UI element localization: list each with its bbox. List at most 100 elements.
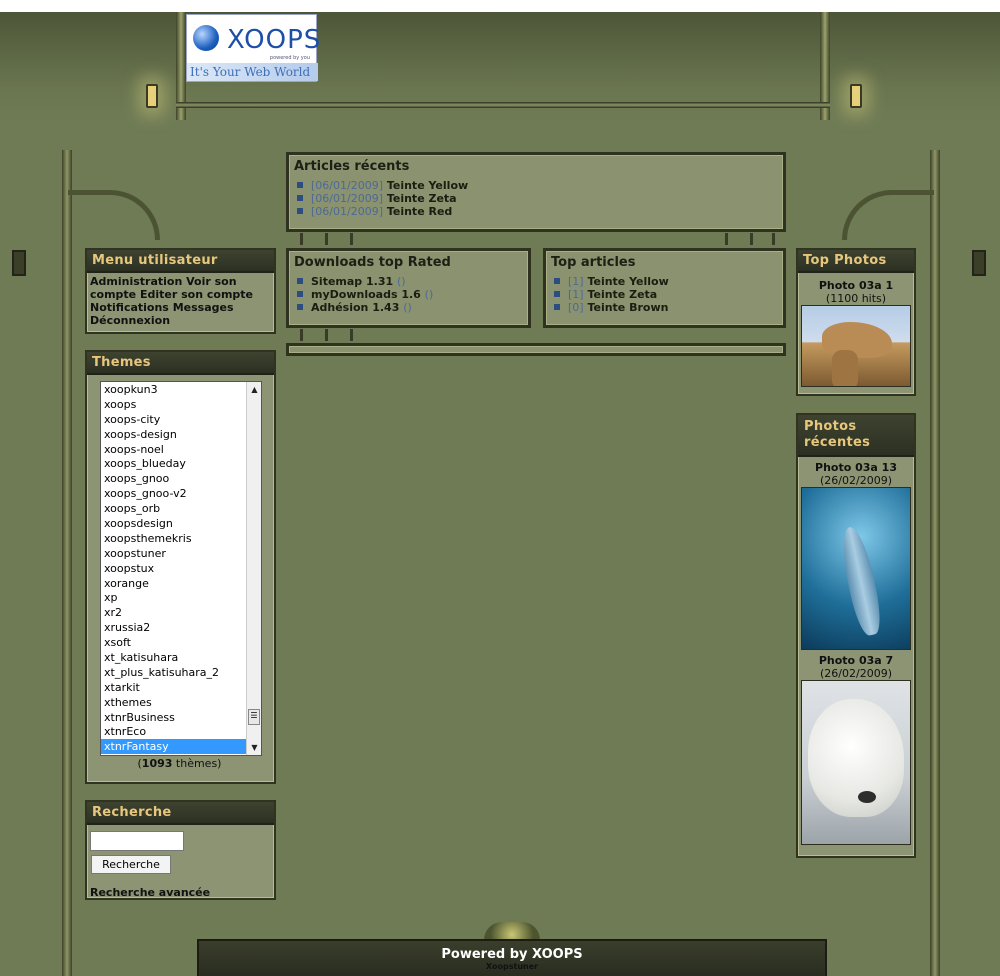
search-button[interactable]: Recherche (91, 855, 171, 874)
download-link[interactable]: Adhésion 1.43 (311, 301, 399, 314)
advanced-search-link[interactable]: Recherche avancée (90, 886, 210, 899)
download-link[interactable]: myDownloads 1.6 (311, 288, 421, 301)
theme-option[interactable]: xthemes (101, 695, 261, 710)
theme-option[interactable]: xoops_orb (101, 501, 261, 516)
peg (300, 233, 303, 245)
theme-option[interactable]: xp (101, 590, 261, 605)
peg (325, 233, 328, 245)
downloads-top-block: Downloads top Rated Sitemap 1.31 () myDo… (286, 248, 531, 328)
list-item[interactable]: [06/01/2009] Teinte Zeta (297, 192, 783, 205)
theme-option[interactable]: xtnrFantasy (101, 739, 261, 755)
photo-caption: Photo 03a 7 (26/02/2009) (818, 654, 894, 680)
powered-by-text[interactable]: Powered by XOOPS (199, 947, 825, 962)
logo-slogan: It's Your Web World (187, 63, 318, 81)
theme-count: (1093 thèmes) (137, 757, 222, 770)
theme-option[interactable]: xr2 (101, 605, 261, 620)
list-item[interactable]: [1] Teinte Zeta (554, 288, 783, 301)
theme-list-scrollbar[interactable]: ▲ ☰ ▼ (246, 382, 261, 755)
theme-option[interactable]: xoops_gnoo-v2 (101, 486, 261, 501)
list-item[interactable]: [1] Teinte Yellow (554, 275, 783, 288)
list-item[interactable]: Adhésion 1.43 () (297, 301, 528, 314)
theme-option[interactable]: xoopstuner (101, 546, 261, 561)
hanging-lamp-left (12, 250, 26, 276)
recent-photos-block: Photos récentes Photo 03a 13 (26/02/2009)… (796, 413, 916, 858)
theme-option[interactable]: xtnrBusiness (101, 710, 261, 725)
peg (772, 233, 775, 245)
user-menu-title: Menu utilisateur (87, 250, 274, 273)
theme-option[interactable]: xoops-noel (101, 442, 261, 457)
recent-photos-title: Photos récentes (798, 415, 914, 457)
xoops-logo-icon (193, 25, 219, 51)
lamp-post-left (62, 150, 72, 976)
theme-select-list[interactable]: xoopkun3 xoops xoops-city xoops-design xoops… (100, 381, 262, 756)
photo-camel[interactable] (801, 305, 911, 387)
theme-option[interactable]: xtarkit (101, 680, 261, 695)
menu-link-notifications[interactable]: Notifications (90, 301, 169, 314)
top-photos-block: Top Photos Photo 03a 1 (1100 hits) (796, 248, 916, 396)
menu-link-edit-account[interactable]: Editer son compte (140, 288, 253, 301)
theme-option[interactable]: xoops_blueday (101, 456, 261, 471)
article-link[interactable]: Teinte Yellow (387, 179, 468, 192)
photo-caption: Photo 03a 13 (26/02/2009) (815, 461, 897, 487)
scroll-thumb[interactable]: ☰ (248, 709, 260, 725)
downloads-top-title: Downloads top Rated (294, 255, 451, 270)
article-link[interactable]: Teinte Brown (587, 301, 668, 314)
theme-option[interactable]: xsoft (101, 635, 261, 650)
theme-option[interactable]: xoopkun3 (101, 382, 261, 397)
list-item[interactable]: [0] Teinte Brown (554, 301, 783, 314)
list-item[interactable]: [06/01/2009] Teinte Red (297, 205, 783, 218)
article-link[interactable]: Teinte Zeta (587, 288, 657, 301)
recent-articles-title: Articles récents (294, 159, 410, 174)
peg (350, 329, 353, 341)
themes-block: Themes xoopkun3 xoops xoops-city xoops-desi… (85, 350, 276, 784)
theme-option[interactable]: xoopsthemekris (101, 531, 261, 546)
lamp-post-right (930, 150, 940, 976)
theme-option[interactable]: xoopstux (101, 561, 261, 576)
download-link[interactable]: Sitemap 1.31 (311, 275, 393, 288)
peg (750, 233, 753, 245)
top-articles-title: Top articles (551, 255, 636, 270)
scroll-up-icon[interactable]: ▲ (247, 382, 261, 397)
footer: Powered by XOOPS Xoopstuner (197, 939, 827, 976)
article-link[interactable]: Teinte Zeta (387, 192, 457, 205)
peg (725, 233, 728, 245)
article-link[interactable]: Teinte Red (387, 205, 452, 218)
user-menu-links: Administration Voir son compte Editer so… (87, 273, 274, 329)
search-input[interactable] (90, 831, 184, 851)
menu-link-logout[interactable]: Déconnexion (90, 314, 170, 327)
lantern-right (850, 84, 862, 108)
photo-dolphin[interactable] (801, 487, 911, 650)
scroll-down-icon[interactable]: ▼ (247, 740, 261, 755)
list-item[interactable]: myDownloads 1.6 () (297, 288, 528, 301)
list-item[interactable]: Sitemap 1.31 () (297, 275, 528, 288)
article-link[interactable]: Teinte Yellow (587, 275, 668, 288)
header-rail (176, 102, 830, 108)
search-block: Recherche Recherche Recherche avancée (85, 800, 276, 900)
photo-polar-bear[interactable] (801, 680, 911, 845)
top-photos-title: Top Photos (798, 250, 914, 273)
theme-option[interactable]: xoops_gnoo (101, 471, 261, 486)
search-title: Recherche (87, 802, 274, 825)
peg (325, 329, 328, 341)
theme-option[interactable]: xoopsdesign (101, 516, 261, 531)
theme-option[interactable]: xt_plus_katisuhara_2 (101, 665, 261, 680)
theme-option[interactable]: xoops-city (101, 412, 261, 427)
theme-option[interactable]: xrussia2 (101, 620, 261, 635)
themes-title: Themes (87, 352, 274, 375)
menu-link-messages[interactable]: Messages (173, 301, 234, 314)
recent-articles-block: Articles récents [06/01/2009] Teinte Yel… (286, 152, 786, 232)
list-item[interactable]: [06/01/2009] Teinte Yellow (297, 179, 783, 192)
logo-word: XOOPS (227, 25, 322, 55)
xoops-logo[interactable]: XOOPS powered by you It's Your Web World (186, 14, 320, 82)
window-top-strip (0, 0, 1000, 12)
photo-caption: Photo 03a 1 (1100 hits) (818, 279, 894, 305)
hanging-lamp-right (972, 250, 986, 276)
theme-option[interactable]: xorange (101, 576, 261, 591)
theme-option[interactable]: xoops (101, 397, 261, 412)
menu-link-administration[interactable]: Administration (90, 275, 182, 288)
theme-option[interactable]: xt_katisuhara (101, 650, 261, 665)
center-divider-bar (286, 343, 786, 356)
theme-option[interactable]: xoops-design (101, 427, 261, 442)
theme-option[interactable]: xtnrEco (101, 724, 261, 739)
lantern-left (146, 84, 158, 108)
